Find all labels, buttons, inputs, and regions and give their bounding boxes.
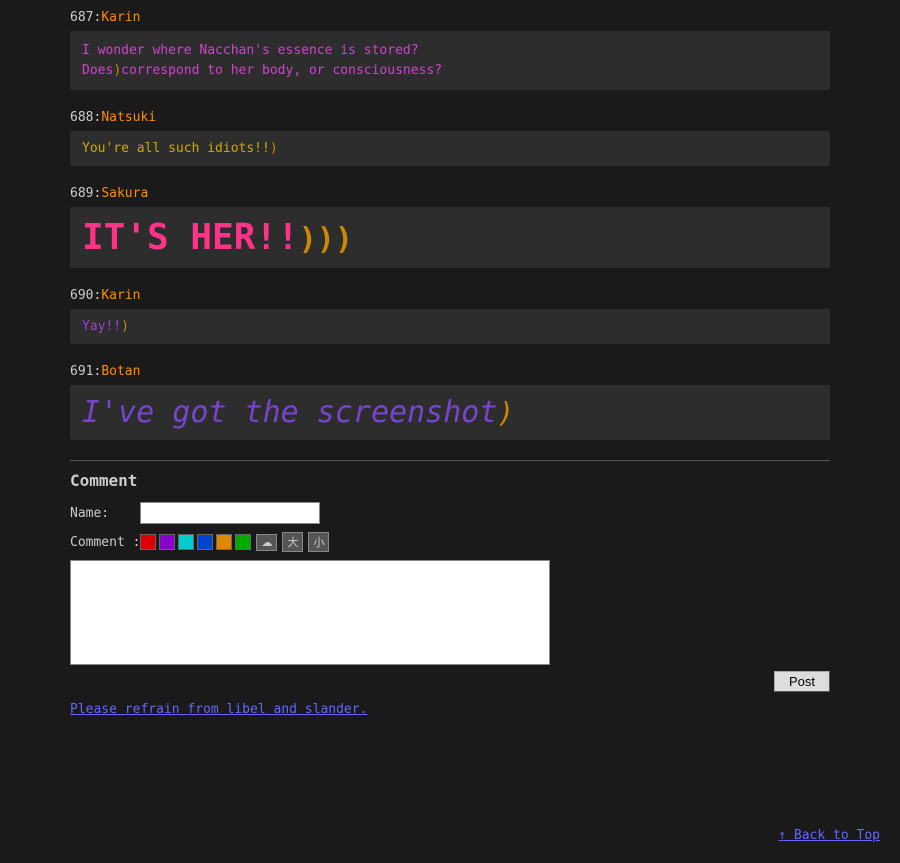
color-buttons: ☁ 大 小	[140, 532, 329, 552]
comment-box-691: I've got the screenshot)	[70, 385, 830, 440]
color-btn-orange[interactable]	[216, 534, 232, 550]
comment-entry-691: 691:Botan I've got the screenshot)	[70, 364, 830, 440]
icon-btn-cloud[interactable]: ☁	[256, 534, 277, 551]
comment-header-691: 691:Botan	[70, 364, 830, 379]
comment-entry-687: 687:Karin I wonder where Nacchan's essen…	[70, 10, 830, 90]
color-btn-cyan[interactable]	[178, 534, 194, 550]
post-button-wrapper: Post	[350, 671, 830, 692]
comment-text-689: IT'S HER!!)))	[82, 217, 353, 258]
comment-author-688: Natsuki	[101, 110, 156, 125]
comment-text-690: Yay!!)	[82, 319, 129, 334]
post-button[interactable]: Post	[774, 671, 830, 692]
comment-header-690: 690:Karin	[70, 288, 830, 303]
comment-header-687: 687:Karin	[70, 10, 830, 25]
comment-author-687: Karin	[101, 10, 140, 25]
comment-author-690: Karin	[101, 288, 140, 303]
comment-label-row: Comment : ☁ 大 小	[70, 532, 830, 552]
comment-form-title: Comment	[70, 471, 830, 490]
name-input[interactable]	[140, 502, 320, 524]
color-btn-blue[interactable]	[197, 534, 213, 550]
comment-text-691: I've got the screenshot)	[82, 395, 514, 430]
color-btn-purple[interactable]	[159, 534, 175, 550]
comment-number-690: 690	[70, 288, 93, 303]
comment-number-689: 689	[70, 186, 93, 201]
comment-box-687: I wonder where Nacchan's essence is stor…	[70, 31, 830, 90]
emoji-691: )	[497, 396, 514, 429]
comment-entry-689: 689:Sakura IT'S HER!!)))	[70, 186, 830, 268]
comment-header-688: 688:Natsuki	[70, 110, 830, 125]
name-label: Name:	[70, 506, 140, 521]
comment-text-687-line2: Does)correspond to her body, or consciou…	[82, 61, 818, 81]
comment-label: Comment :	[70, 535, 140, 550]
comment-number-687: 687	[70, 10, 93, 25]
comment-author-691: Botan	[101, 364, 140, 379]
page-wrapper: 687:Karin I wonder where Nacchan's essen…	[0, 0, 900, 863]
comment-box-688: You're all such idiots!!)	[70, 131, 830, 166]
comment-entry-690: 690:Karin Yay!!)	[70, 288, 830, 344]
comment-textarea[interactable]	[70, 560, 550, 665]
comment-author-689: Sakura	[101, 186, 148, 201]
emoji-689: )))	[299, 222, 353, 257]
comment-number-691: 691	[70, 364, 93, 379]
emoji-688: )	[270, 141, 278, 156]
comment-text-687-line1: I wonder where Nacchan's essence is stor…	[82, 41, 818, 61]
color-btn-red[interactable]	[140, 534, 156, 550]
comment-header-689: 689:Sakura	[70, 186, 830, 201]
icon-btn-large[interactable]: 大	[282, 532, 303, 552]
back-to-top[interactable]: Back to Top	[778, 828, 880, 843]
comment-box-690: Yay!!)	[70, 309, 830, 344]
comment-text-688: You're all such idiots!!)	[82, 141, 278, 156]
color-btn-green[interactable]	[235, 534, 251, 550]
name-row: Name:	[70, 502, 830, 524]
comment-box-689: IT'S HER!!)))	[70, 207, 830, 268]
comment-entry-688: 688:Natsuki You're all such idiots!!)	[70, 110, 830, 166]
emoji-687: )	[113, 63, 121, 78]
emoji-690: )	[121, 319, 129, 334]
warning-text: Please refrain from libel and slander.	[70, 702, 830, 717]
icon-btn-small[interactable]: 小	[308, 532, 329, 552]
comment-number-688: 688	[70, 110, 93, 125]
comment-form-section: Comment Name: Comment : ☁ 大 小 Post Plea	[70, 460, 830, 717]
